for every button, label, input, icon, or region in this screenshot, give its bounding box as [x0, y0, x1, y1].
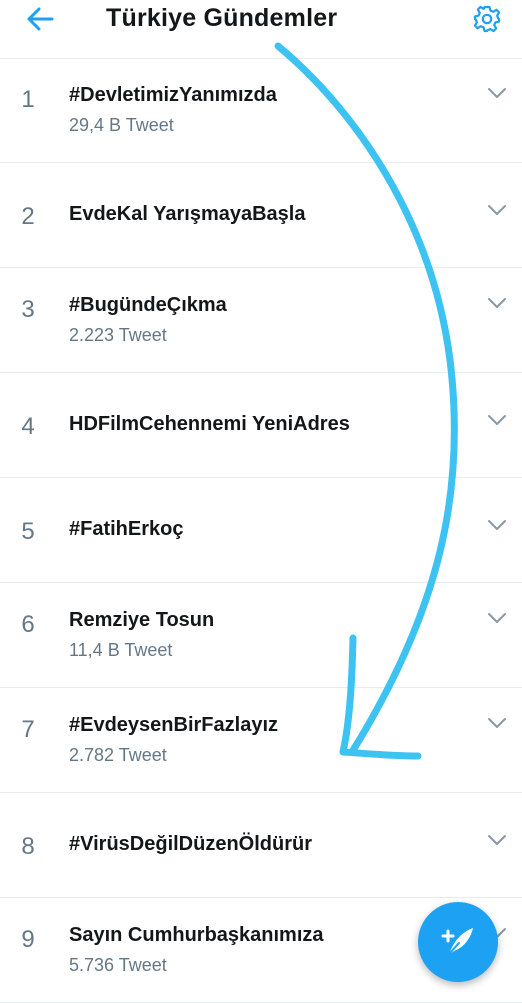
- trend-row-3[interactable]: 3 #BugündeÇıkma 2.223 Tweet: [0, 268, 522, 373]
- trend-rank: 7: [21, 716, 35, 743]
- chevron-down-icon[interactable]: [486, 413, 508, 427]
- trend-row-5[interactable]: 5 #FatihErkoç: [0, 478, 522, 583]
- trend-row-4[interactable]: 4 HDFilmCehennemi YeniAdres: [0, 373, 522, 478]
- trend-row-6[interactable]: 6 Remziye Tosun 11,4 B Tweet: [0, 583, 522, 688]
- trend-name: #EvdeysenBirFazlayız: [69, 714, 278, 736]
- trend-name: #VirüsDeğilDüzenÖldürür: [69, 833, 313, 855]
- trend-name: HDFilmCehennemi YeniAdres: [69, 413, 350, 435]
- settings-button[interactable]: [470, 2, 504, 36]
- trend-tweet-count: 5.736 Tweet: [69, 955, 167, 975]
- trend-rank: 9: [21, 926, 35, 953]
- compose-tweet-button[interactable]: [418, 902, 498, 982]
- compose-tweet-icon: [441, 928, 473, 955]
- back-button[interactable]: [20, 2, 60, 36]
- page-title: Türkiye Gündemler: [106, 4, 338, 32]
- trends-list: 1 #DevletimizYanımızda 29,4 B Tweet 2 Ev…: [0, 58, 522, 1003]
- trend-name: #DevletimizYanımızda: [69, 84, 277, 106]
- back-arrow-icon: [27, 7, 54, 31]
- trend-rank: 5: [21, 518, 35, 545]
- chevron-down-icon[interactable]: [486, 518, 508, 532]
- trend-tweet-count: 2.782 Tweet: [69, 745, 167, 765]
- trend-name: #FatihErkoç: [69, 518, 184, 540]
- trend-tweet-count: 11,4 B Tweet: [69, 640, 173, 660]
- trend-tweet-count: 2.223 Tweet: [69, 325, 167, 345]
- trend-row-7[interactable]: 7 #EvdeysenBirFazlayız 2.782 Tweet: [0, 688, 522, 793]
- trend-rank: 2: [21, 203, 35, 230]
- chevron-down-icon[interactable]: [486, 203, 508, 217]
- trend-row-1[interactable]: 1 #DevletimizYanımızda 29,4 B Tweet: [0, 58, 522, 163]
- chevron-down-icon[interactable]: [486, 86, 508, 100]
- trend-rank: 8: [21, 833, 35, 860]
- trend-name: Sayın Cumhurbaşkanımıza: [69, 924, 324, 946]
- trend-row-2[interactable]: 2 EvdeKal YarışmayaBaşla: [0, 163, 522, 268]
- trend-name: EvdeKal YarışmayaBaşla: [69, 203, 306, 225]
- trend-row-8[interactable]: 8 #VirüsDeğilDüzenÖldürür: [0, 793, 522, 898]
- trend-rank: 6: [21, 611, 35, 638]
- trend-rank: 1: [21, 86, 35, 113]
- chevron-down-icon[interactable]: [486, 833, 508, 847]
- top-app-bar: Türkiye Gündemler: [0, 0, 522, 59]
- chevron-down-icon[interactable]: [486, 296, 508, 310]
- chevron-down-icon[interactable]: [486, 611, 508, 625]
- trend-rank: 4: [21, 413, 35, 440]
- trend-name: Remziye Tosun: [69, 609, 215, 631]
- chevron-down-icon[interactable]: [486, 716, 508, 730]
- gear-icon: [473, 5, 501, 33]
- trend-name: #BugündeÇıkma: [69, 294, 227, 316]
- trend-tweet-count: 29,4 B Tweet: [69, 115, 174, 135]
- trend-rank: 3: [21, 296, 35, 323]
